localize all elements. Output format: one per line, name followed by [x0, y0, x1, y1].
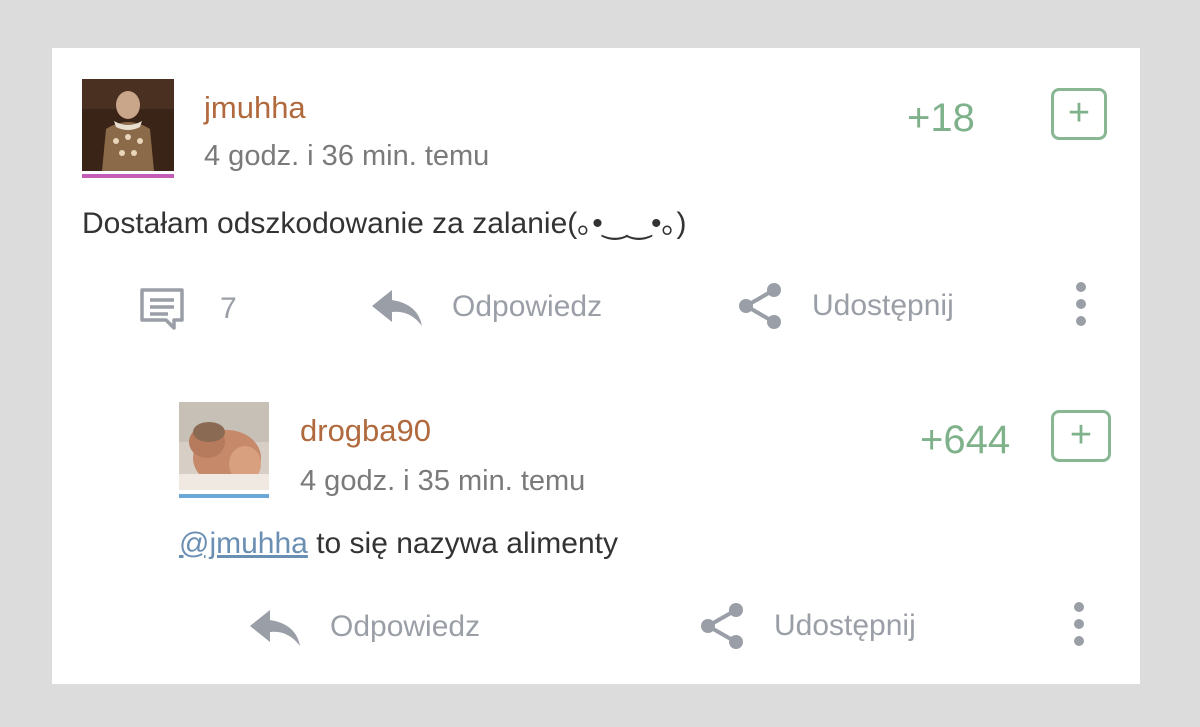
- reply-label: Odpowiedz: [452, 290, 603, 323]
- comments-count-button[interactable]: 7: [138, 286, 237, 332]
- avatar[interactable]: [179, 402, 269, 490]
- avatar-image: [82, 79, 174, 171]
- reply-button[interactable]: Odpowiedz: [370, 286, 602, 328]
- reply-arrow-icon: [250, 610, 300, 646]
- more-vertical-icon: [1076, 282, 1086, 292]
- reply-label: Odpowiedz: [330, 610, 481, 643]
- share-icon: [739, 283, 781, 329]
- comment-card: jmuhha 4 godz. i 36 min. temu +18 + Dost…: [52, 48, 1140, 684]
- plus-icon: +: [1069, 414, 1093, 456]
- comments-count: 7: [220, 292, 237, 325]
- vote-score: +644: [920, 418, 1011, 462]
- upvote-button[interactable]: +: [1051, 410, 1111, 462]
- vote-score: +18: [907, 96, 975, 140]
- comment-icon: [140, 288, 184, 330]
- share-label: Udostępnij: [774, 609, 916, 642]
- avatar[interactable]: [82, 79, 174, 171]
- timestamp: 4 godz. i 36 min. temu: [204, 140, 490, 172]
- user-mention-link[interactable]: @jmuhha: [179, 527, 308, 560]
- more-options-button[interactable]: [1076, 282, 1088, 333]
- username[interactable]: jmuhha: [204, 92, 306, 123]
- share-label: Udostępnij: [812, 289, 954, 322]
- reply-button[interactable]: Odpowiedz: [248, 606, 480, 648]
- comment-text: @jmuhha to się nazywa alimenty: [179, 529, 618, 559]
- reply-arrow-icon: [372, 290, 422, 326]
- avatar-accent-bar: [179, 494, 269, 498]
- comment-text: Dostałam odszkodowanie za zalanie(｡•‿‿•｡…: [82, 207, 687, 240]
- share-button[interactable]: Udostępnij: [736, 280, 954, 332]
- username[interactable]: drogba90: [300, 415, 431, 446]
- comment-text-body: to się nazywa alimenty: [307, 527, 618, 560]
- avatar-accent-bar: [82, 174, 174, 178]
- upvote-button[interactable]: +: [1051, 88, 1107, 140]
- plus-icon: +: [1067, 92, 1091, 134]
- more-options-button[interactable]: [1074, 602, 1086, 653]
- timestamp: 4 godz. i 35 min. temu: [300, 465, 586, 497]
- share-button[interactable]: Udostępnij: [698, 600, 916, 652]
- more-vertical-icon: [1074, 602, 1084, 612]
- avatar-image: [179, 402, 269, 490]
- share-icon: [701, 603, 743, 649]
